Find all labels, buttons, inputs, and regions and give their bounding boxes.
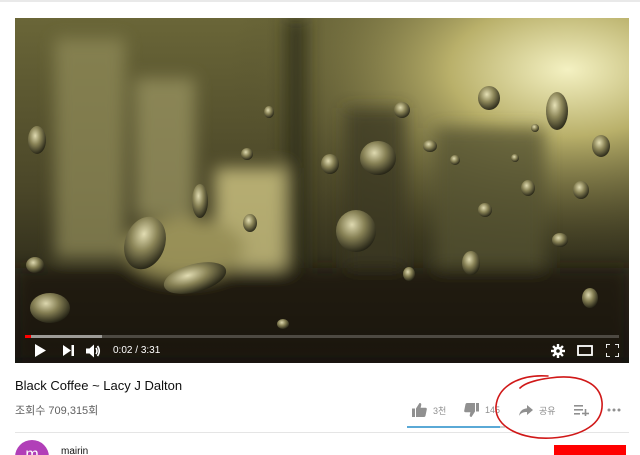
volume-button[interactable] (81, 338, 105, 363)
avatar-letter: m (25, 446, 39, 455)
thumbs-up-icon (412, 403, 427, 417)
video-frame (15, 18, 629, 363)
fullscreen-icon (605, 344, 619, 357)
player-controls: 0:02 / 3:31 (15, 338, 629, 363)
thumbs-down-icon (464, 403, 479, 417)
hand-drawn-circle-annotation (495, 375, 603, 439)
settings-button[interactable] (549, 338, 567, 363)
more-horiz-icon (607, 408, 621, 412)
top-divider (0, 0, 640, 2)
video-player[interactable]: 0:02 / 3:31 (15, 18, 629, 363)
sentiment-like-fill (407, 426, 501, 428)
channel-name[interactable]: mairin (61, 446, 88, 455)
current-time: 0:02 (113, 345, 133, 356)
play-button[interactable] (25, 338, 55, 363)
next-button[interactable] (55, 338, 81, 363)
fullscreen-button[interactable] (603, 338, 621, 363)
duration: 3:31 (140, 345, 161, 356)
theater-mode-button[interactable] (575, 338, 595, 363)
like-button[interactable]: 3천 (412, 398, 446, 422)
gear-icon (551, 343, 565, 358)
play-icon (35, 344, 46, 357)
theater-mode-icon (577, 345, 593, 356)
like-count: 3천 (433, 405, 447, 416)
subscribe-button[interactable] (554, 445, 626, 455)
video-title: Black Coffee ~ Lacy J Dalton (15, 378, 183, 393)
more-actions-button[interactable] (607, 398, 621, 422)
skip-next-icon (62, 345, 74, 356)
time-separator: / (132, 345, 141, 356)
volume-icon (85, 344, 100, 357)
time-display: 0:02 / 3:31 (113, 345, 160, 356)
avatar[interactable]: m (15, 440, 49, 455)
